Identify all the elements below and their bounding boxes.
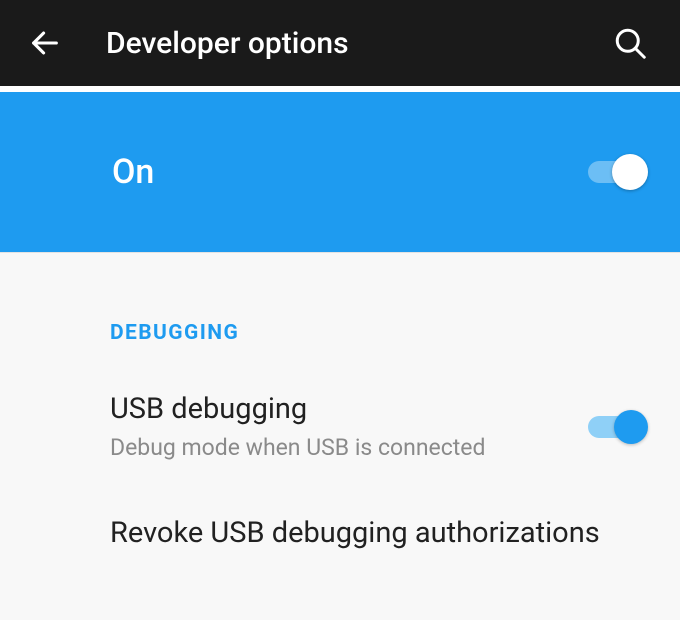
setting-subtitle: Debug mode when USB is connected	[110, 433, 576, 463]
setting-usb-debugging[interactable]: USB debugging Debug mode when USB is con…	[0, 365, 680, 489]
search-icon[interactable]	[612, 25, 652, 61]
toggle-thumb	[612, 154, 648, 190]
setting-text: Revoke USB debugging authorizations	[110, 515, 648, 557]
section-header-debugging: DEBUGGING	[0, 273, 680, 365]
setting-text: USB debugging Debug mode when USB is con…	[110, 391, 584, 463]
usb-debugging-toggle[interactable]	[584, 407, 648, 447]
app-bar: Developer options	[0, 0, 680, 86]
setting-title: Revoke USB debugging authorizations	[110, 515, 640, 553]
setting-title: USB debugging	[110, 391, 576, 429]
page-title: Developer options	[106, 26, 612, 61]
back-icon[interactable]	[28, 26, 62, 60]
setting-revoke-authorizations[interactable]: Revoke USB debugging authorizations	[0, 489, 680, 583]
toggle-thumb	[614, 410, 648, 444]
master-switch-label: On	[112, 152, 584, 192]
master-switch-row[interactable]: On	[0, 86, 680, 252]
settings-content: DEBUGGING USB debugging Debug mode when …	[0, 252, 680, 582]
master-switch-toggle[interactable]	[584, 152, 648, 192]
